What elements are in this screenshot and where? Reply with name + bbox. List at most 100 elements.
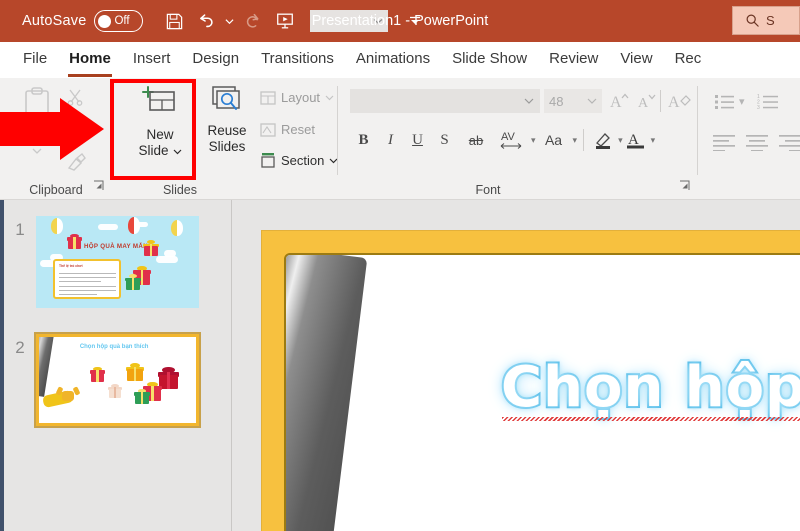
search-box[interactable]: S: [732, 6, 800, 35]
reset-label: Reset: [281, 122, 315, 137]
increase-font-size-button[interactable]: A: [608, 90, 630, 117]
text-highlight-button[interactable]: [590, 126, 617, 154]
font-dialog-launcher-icon[interactable]: [679, 178, 690, 196]
powerpoint-window: AutoSave Off Presentation1 - PowerPoint …: [0, 0, 800, 531]
slide-canvas[interactable]: Chọn hộp q: [284, 253, 800, 531]
italic-button[interactable]: I: [377, 126, 404, 154]
font-color-icon: A: [627, 132, 645, 149]
mallet-handle-shape[interactable]: [286, 255, 368, 531]
bullets-button[interactable]: [712, 90, 738, 114]
copy-button[interactable]: [66, 122, 80, 140]
tab-record[interactable]: Rec: [664, 46, 713, 74]
autosave-label: AutoSave: [22, 13, 87, 29]
customize-qat-chevron-down-icon[interactable]: [404, 15, 426, 27]
paste-chevron-down-icon: [32, 148, 42, 154]
qat-combo-box[interactable]: [310, 10, 389, 32]
slide-1-title-text: HỘP QUÀ MAY MẮN: [84, 243, 148, 250]
font-group-label: Font: [475, 183, 501, 197]
ribbon-group-slides: New Slide Reuse Slides Layout Reset Sect…: [112, 78, 338, 200]
font-name-combo[interactable]: [350, 89, 540, 113]
decrease-font-size-button[interactable]: A: [636, 90, 658, 117]
reuse-slides-button[interactable]: Reuse Slides: [196, 84, 258, 155]
tab-animations[interactable]: Animations: [345, 46, 441, 74]
character-spacing-button[interactable]: AV: [494, 126, 530, 154]
tab-home[interactable]: Home: [58, 46, 122, 77]
format-painter-button[interactable]: [66, 152, 88, 177]
slide-thumbnail-2[interactable]: 2 Chọn hộp quà bạn thích: [4, 332, 201, 428]
reuse-slides-label-line2: Slides: [208, 139, 246, 154]
search-input-text: S: [766, 13, 775, 28]
autosave-control[interactable]: AutoSave Off: [22, 10, 144, 32]
paintbrush-icon: [67, 153, 86, 171]
bullets-chevron-down-icon[interactable]: ▾: [739, 95, 745, 108]
clear-formatting-button[interactable]: A: [668, 90, 692, 117]
ribbon-tab-strip: File Home Insert Design Transitions Anim…: [0, 42, 800, 78]
tab-view[interactable]: View: [609, 46, 663, 74]
slide-2-title-text: Chọn hộp quà bạn thích: [79, 343, 149, 350]
new-slide-button[interactable]: New Slide: [124, 84, 196, 159]
start-presentation-icon[interactable]: [270, 6, 300, 36]
autosave-toggle[interactable]: Off: [94, 10, 144, 32]
clear-formatting-icon: A: [668, 94, 691, 111]
tab-file[interactable]: File: [12, 46, 58, 74]
section-icon: [261, 153, 275, 168]
reset-icon: [260, 122, 276, 137]
reset-button[interactable]: Reset: [260, 122, 315, 137]
slide-number-2: 2: [15, 338, 25, 357]
clipboard-icon: [25, 87, 49, 116]
slide-number-1: 1: [15, 220, 25, 239]
section-label: Section: [281, 152, 325, 168]
strikethrough-button[interactable]: ab: [458, 126, 494, 154]
layout-icon: [260, 90, 276, 105]
tab-design[interactable]: Design: [181, 46, 250, 74]
search-icon: [746, 14, 759, 27]
redo-icon: [238, 6, 268, 36]
save-icon[interactable]: [159, 6, 189, 36]
slide-title-text[interactable]: Chọn hộp q: [499, 353, 800, 422]
undo-dropdown-chevron-down-icon[interactable]: [223, 6, 236, 36]
paste-button[interactable]: Paste: [14, 86, 60, 160]
font-size-value: 48: [549, 93, 564, 109]
slide-editing-stage[interactable]: Chọn hộp q: [232, 200, 800, 531]
clipboard-dialog-launcher-icon[interactable]: [93, 178, 104, 196]
cut-button[interactable]: [66, 88, 84, 111]
character-figure: [55, 386, 81, 409]
font-separator: [660, 90, 661, 112]
quick-access-toolbar: [159, 6, 426, 36]
text-shadow-button[interactable]: S: [431, 126, 458, 154]
reuse-slides-label-line1: Reuse: [207, 123, 247, 138]
font-size-chevron-down-icon: [587, 98, 597, 104]
layout-chevron-down-icon: [325, 95, 334, 101]
align-center-button[interactable]: [743, 130, 773, 154]
change-case-button[interactable]: Aa: [536, 126, 572, 154]
tab-review[interactable]: Review: [538, 46, 609, 74]
numbering-icon: 123: [757, 94, 778, 111]
section-button[interactable]: Section: [260, 152, 338, 168]
tab-slide-show[interactable]: Slide Show: [441, 46, 538, 74]
spellcheck-underline: [502, 417, 800, 421]
slide-thumbnail-1[interactable]: 1 HỘP QUÀ MAY MẮN Thể lệ trò chơi: [4, 216, 199, 308]
numbering-button[interactable]: 123: [756, 90, 782, 114]
align-left-icon: [713, 135, 735, 151]
font-style-row: B I U S ab AV ▾ Aa ▾ ▾ A ▾: [350, 126, 655, 154]
underline-button[interactable]: U: [404, 126, 431, 154]
tab-transitions[interactable]: Transitions: [250, 46, 345, 74]
undo-icon[interactable]: [191, 6, 221, 36]
align-right-icon: [779, 135, 800, 151]
change-case-chevron-down-icon[interactable]: ▾: [573, 135, 578, 146]
font-color-button[interactable]: A: [623, 126, 650, 154]
font-row-separator: [583, 129, 585, 151]
align-right-button[interactable]: [776, 130, 800, 154]
new-slide-label-line2: Slide: [138, 143, 169, 158]
bold-button[interactable]: B: [350, 126, 377, 154]
slide-thumbnail-preview-1[interactable]: HỘP QUÀ MAY MẮN Thể lệ trò chơi: [36, 216, 199, 308]
slide-thumbnail-panel[interactable]: 1 HỘP QUÀ MAY MẮN Thể lệ trò chơi 2 Chọn…: [0, 200, 232, 531]
font-color-chevron-down-icon[interactable]: ▾: [651, 135, 656, 146]
slide-thumbnail-preview-2[interactable]: Chọn hộp quà bạn thích: [34, 332, 201, 428]
font-size-combo[interactable]: 48: [544, 89, 602, 113]
layout-button[interactable]: Layout: [260, 90, 334, 105]
ribbon-group-paragraph: ▾ 123: [698, 78, 800, 200]
tab-insert[interactable]: Insert: [122, 46, 182, 74]
new-slide-icon: [142, 86, 175, 111]
align-left-button[interactable]: [710, 130, 740, 154]
